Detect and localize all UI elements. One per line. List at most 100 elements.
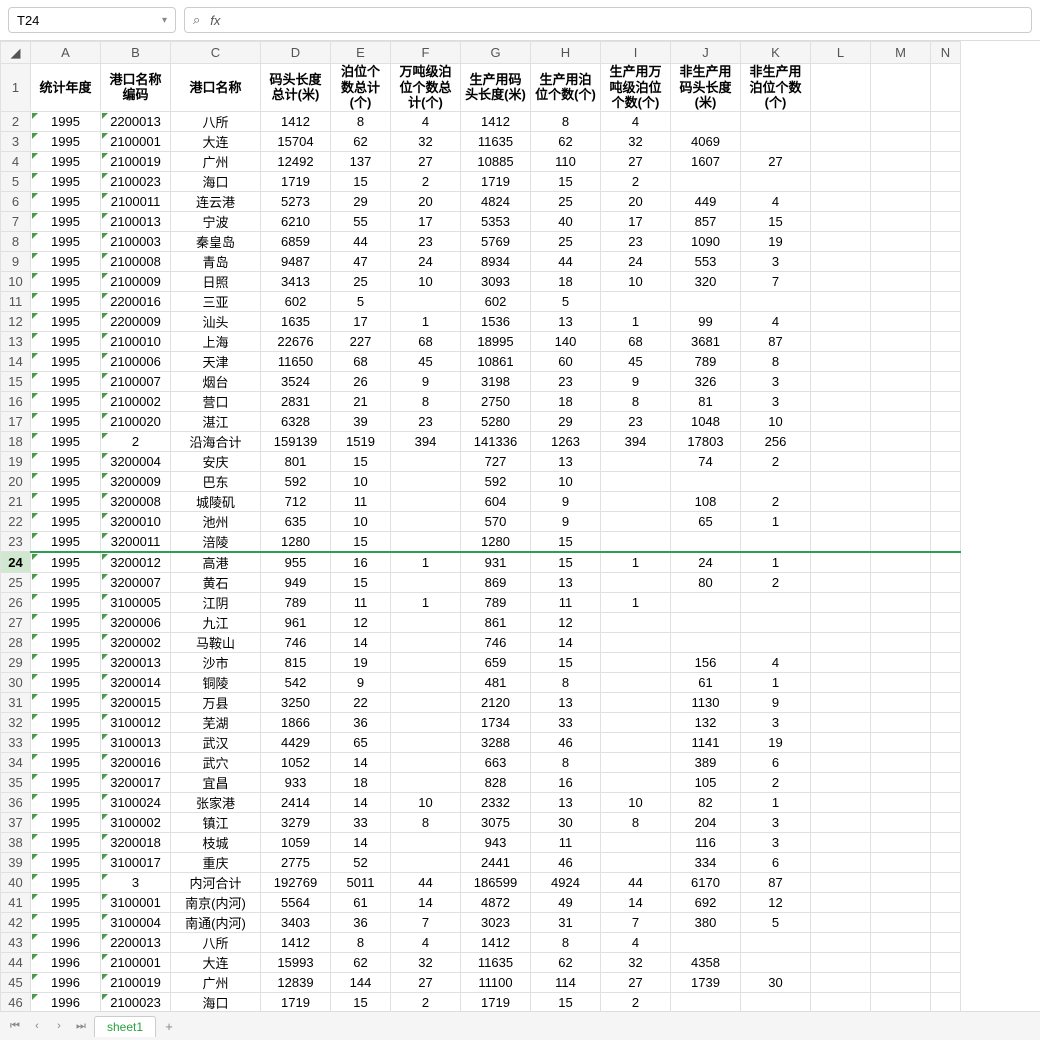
cell[interactable]: 52 [331,852,391,872]
cell[interactable] [601,612,671,632]
cell[interactable]: 11 [531,832,601,852]
cell[interactable]: 1995 [31,732,101,752]
header-cell[interactable]: 泊位个数总计(个) [331,64,391,112]
cell[interactable] [391,451,461,471]
cell[interactable]: 186599 [461,872,531,892]
cell[interactable]: 4924 [531,872,601,892]
row-header[interactable]: 32 [1,712,31,732]
cell[interactable]: 1995 [31,411,101,431]
cell[interactable]: 4358 [671,952,741,972]
cell[interactable] [871,131,931,151]
cell[interactable]: 943 [461,832,531,852]
cell[interactable] [811,191,871,211]
cell[interactable]: 烟台 [171,371,261,391]
cell[interactable]: 3403 [261,912,331,932]
fx-icon[interactable]: fx [210,13,220,28]
cell[interactable]: 4 [741,191,811,211]
cell[interactable] [871,431,931,451]
cell[interactable] [871,672,931,692]
cell[interactable]: 25 [331,271,391,291]
cell[interactable]: 江阴 [171,592,261,612]
cell[interactable]: 68 [391,331,461,351]
cell[interactable]: 62 [331,952,391,972]
cell[interactable]: 334 [671,852,741,872]
cell[interactable]: 44 [531,251,601,271]
cell[interactable]: 1412 [261,111,331,131]
cell[interactable]: 4824 [461,191,531,211]
cell[interactable]: 10 [391,271,461,291]
cell[interactable]: 3100001 [101,892,171,912]
cell[interactable]: 727 [461,451,531,471]
header-cell[interactable]: 万吨级泊位个数总计(个) [391,64,461,112]
cell[interactable] [931,612,961,632]
cell[interactable] [871,972,931,992]
cell[interactable]: 南通(内河) [171,912,261,932]
cell[interactable] [931,291,961,311]
cell[interactable]: 9 [741,692,811,712]
cell[interactable]: 5011 [331,872,391,892]
cell[interactable]: 62 [331,131,391,151]
cell[interactable]: 1995 [31,832,101,852]
row-header[interactable]: 35 [1,772,31,792]
cell[interactable]: 1995 [31,792,101,812]
cell[interactable]: 24 [671,552,741,573]
cell[interactable]: 14 [331,792,391,812]
cell[interactable]: 2100001 [101,131,171,151]
cell[interactable] [811,271,871,291]
cell[interactable]: 沙市 [171,652,261,672]
cell[interactable]: 4 [391,111,461,131]
cell[interactable]: 10 [331,471,391,491]
row-header[interactable]: 41 [1,892,31,912]
cell[interactable] [391,712,461,732]
cell[interactable]: 789 [461,592,531,612]
cell[interactable]: 3200012 [101,552,171,573]
cell[interactable]: 巴东 [171,471,261,491]
cell[interactable]: 61 [331,892,391,912]
cell[interactable]: 天津 [171,351,261,371]
cell[interactable]: 3250 [261,692,331,712]
header-cell[interactable] [871,64,931,112]
cell[interactable]: 高港 [171,552,261,573]
header-cell[interactable] [931,64,961,112]
cell[interactable]: 8 [531,111,601,131]
cell[interactable] [871,171,931,191]
cell[interactable]: 1995 [31,391,101,411]
cell[interactable] [871,852,931,872]
cell[interactable] [931,431,961,451]
cell[interactable] [871,531,931,552]
cell[interactable] [601,471,671,491]
cell[interactable]: 2 [741,572,811,592]
cell[interactable] [871,612,931,632]
cell[interactable]: 池州 [171,511,261,531]
cell[interactable]: 大连 [171,952,261,972]
cell[interactable] [811,171,871,191]
cell[interactable] [931,271,961,291]
select-all-corner[interactable]: ◢ [1,42,31,64]
row-header[interactable]: 33 [1,732,31,752]
cell[interactable]: 1995 [31,111,101,131]
cell[interactable] [671,592,741,612]
cell[interactable] [671,992,741,1012]
cell[interactable]: 39 [331,411,391,431]
cell[interactable]: 15 [741,211,811,231]
next-sheet-icon[interactable]: › [50,1017,68,1035]
cell[interactable]: 1280 [261,531,331,552]
cell[interactable]: 14 [601,892,671,912]
cell[interactable] [871,712,931,732]
row-header[interactable]: 43 [1,932,31,952]
cell[interactable] [601,632,671,652]
cell[interactable]: 663 [461,752,531,772]
cell[interactable]: 36 [331,912,391,932]
cell[interactable]: 132 [671,712,741,732]
cell[interactable]: 1719 [261,171,331,191]
cell[interactable]: 9487 [261,251,331,271]
cell[interactable]: 604 [461,491,531,511]
cell[interactable]: 2120 [461,692,531,712]
cell[interactable] [931,892,961,912]
cell[interactable]: 1866 [261,712,331,732]
cell[interactable] [871,912,931,932]
cell[interactable]: 武汉 [171,732,261,752]
header-cell[interactable]: 生产用万吨级泊位个数(个) [601,64,671,112]
cell[interactable]: 12 [531,612,601,632]
cell[interactable]: 2 [741,772,811,792]
